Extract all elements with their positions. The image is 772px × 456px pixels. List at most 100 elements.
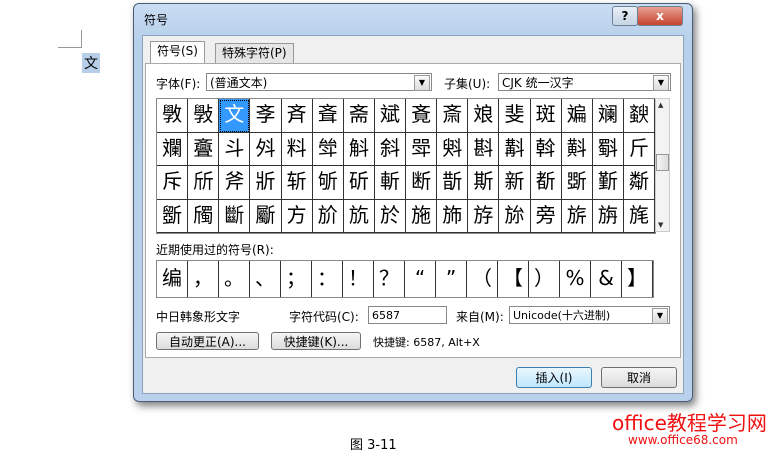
recent-symbol-cell[interactable]: 】 bbox=[622, 261, 653, 297]
symbol-cell[interactable]: 斠 bbox=[499, 132, 531, 166]
symbol-cell[interactable]: 斬 bbox=[374, 166, 406, 200]
recent-symbol-cell[interactable]: ！ bbox=[343, 261, 374, 297]
symbol-cell[interactable]: 斻 bbox=[343, 199, 375, 233]
symbol-cell[interactable]: 斆 bbox=[157, 99, 189, 133]
help-button[interactable]: ? bbox=[612, 6, 638, 26]
symbol-cell[interactable]: 斋 bbox=[343, 99, 375, 133]
recent-symbol-cell[interactable]: 【 bbox=[498, 261, 529, 297]
symbol-cell[interactable]: 斤 bbox=[623, 132, 655, 166]
symbol-cell[interactable]: 斮 bbox=[437, 166, 469, 200]
shortcut-key-button[interactable]: 快捷键(K)... bbox=[271, 332, 361, 350]
chevron-down-icon[interactable]: ▼ bbox=[653, 75, 669, 91]
tab-symbols[interactable]: 符号(S) bbox=[150, 41, 205, 63]
symbol-cell[interactable]: 斕 bbox=[157, 132, 189, 166]
symbol-cell[interactable]: 斔 bbox=[623, 99, 655, 133]
symbol-cell[interactable]: 旁 bbox=[530, 199, 562, 233]
scroll-thumb[interactable] bbox=[656, 154, 669, 171]
autocorrect-button[interactable]: 自动更正(A)... bbox=[156, 332, 259, 350]
recent-symbol-cell[interactable]: ” bbox=[436, 261, 467, 297]
grid-scrollbar[interactable]: ▲ ▼ bbox=[655, 98, 670, 232]
symbol-cell[interactable]: 斓 bbox=[592, 99, 624, 133]
symbol-cell[interactable]: 斴 bbox=[623, 166, 655, 200]
symbol-cell[interactable]: 斐 bbox=[499, 99, 531, 133]
symbol-cell[interactable]: 斝 bbox=[406, 132, 438, 166]
symbol-cell[interactable]: 斨 bbox=[250, 166, 282, 200]
symbol-cell[interactable]: 斚 bbox=[312, 132, 344, 166]
symbol-cell[interactable]: 斈 bbox=[250, 99, 282, 133]
from-select[interactable]: Unicode(十六进制) ▼ bbox=[509, 306, 670, 324]
symbol-cell[interactable]: 斣 bbox=[592, 132, 624, 166]
symbol-cell[interactable]: 斪 bbox=[312, 166, 344, 200]
cancel-button[interactable]: 取消 bbox=[601, 367, 677, 388]
symbol-cell[interactable]: 料 bbox=[281, 132, 313, 166]
symbol-cell[interactable]: 斅 bbox=[188, 99, 220, 133]
scroll-up-icon[interactable]: ▲ bbox=[658, 101, 663, 109]
scroll-down-icon[interactable]: ▼ bbox=[658, 221, 663, 229]
symbol-cell[interactable]: 新 bbox=[499, 166, 531, 200]
symbol-cell[interactable]: 斎 bbox=[437, 99, 469, 133]
symbol-cell[interactable]: 斩 bbox=[281, 166, 313, 200]
document-selected-text[interactable]: 文 bbox=[82, 53, 100, 73]
symbol-cell[interactable]: 斉 bbox=[281, 99, 313, 133]
symbol-cell[interactable]: 斡 bbox=[530, 132, 562, 166]
symbol-cell[interactable]: 斦 bbox=[188, 166, 220, 200]
recent-symbol-cell[interactable]: & bbox=[591, 261, 622, 297]
insert-button[interactable]: 插入(I) bbox=[516, 367, 592, 388]
close-button[interactable]: x bbox=[637, 6, 683, 26]
symbol-cell[interactable]: 斾 bbox=[437, 199, 469, 233]
font-select[interactable]: (普通文本) ▼ bbox=[206, 73, 432, 91]
recent-symbol-cell[interactable]: % bbox=[560, 261, 591, 297]
symbol-cell[interactable]: 於 bbox=[374, 199, 406, 233]
symbol-cell[interactable]: 斸 bbox=[250, 199, 282, 233]
symbol-cell[interactable]: 斟 bbox=[468, 132, 500, 166]
symbol-cell[interactable]: 斥 bbox=[157, 166, 189, 200]
symbol-cell[interactable]: 斍 bbox=[406, 99, 438, 133]
symbol-cell[interactable]: 斗 bbox=[219, 132, 251, 166]
recent-symbol-cell[interactable]: ， bbox=[188, 261, 219, 297]
symbol-cell[interactable]: 斿 bbox=[468, 199, 500, 233]
symbol-cell[interactable]: 斊 bbox=[312, 99, 344, 133]
chevron-down-icon[interactable]: ▼ bbox=[414, 75, 430, 91]
symbol-cell[interactable]: 文 bbox=[219, 99, 251, 133]
recent-symbol-cell[interactable]: ： bbox=[312, 261, 343, 297]
symbol-cell[interactable]: 斖 bbox=[188, 132, 220, 166]
recent-symbol-cell[interactable]: 编 bbox=[157, 261, 188, 297]
symbol-cell[interactable]: 斜 bbox=[374, 132, 406, 166]
symbol-cell[interactable]: 斌 bbox=[374, 99, 406, 133]
symbol-cell[interactable]: 斺 bbox=[312, 199, 344, 233]
symbol-cell[interactable]: 斏 bbox=[468, 99, 500, 133]
symbol-cell[interactable]: 斶 bbox=[188, 199, 220, 233]
symbol-cell[interactable]: 斳 bbox=[592, 166, 624, 200]
chevron-down-icon[interactable]: ▼ bbox=[652, 308, 668, 324]
symbol-cell[interactable]: 方 bbox=[281, 199, 313, 233]
symbol-cell[interactable]: 斒 bbox=[561, 99, 593, 133]
symbol-cell[interactable]: 施 bbox=[406, 199, 438, 233]
recent-symbol-cell[interactable]: ） bbox=[529, 261, 560, 297]
symbol-cell[interactable]: 旂 bbox=[561, 199, 593, 233]
symbol-cell[interactable]: 旄 bbox=[623, 199, 655, 233]
recent-symbol-cell[interactable]: ？ bbox=[374, 261, 405, 297]
symbol-cell[interactable]: 旀 bbox=[499, 199, 531, 233]
subset-select[interactable]: CJK 统一汉字 ▼ bbox=[498, 73, 671, 91]
symbol-cell[interactable]: 斛 bbox=[343, 132, 375, 166]
symbol-cell[interactable]: 斞 bbox=[437, 132, 469, 166]
symbol-cell[interactable]: 斷 bbox=[219, 199, 251, 233]
recent-symbol-cell[interactable]: 、 bbox=[250, 261, 281, 297]
symbol-cell[interactable]: 断 bbox=[406, 166, 438, 200]
tab-special-characters[interactable]: 特殊字符(P) bbox=[215, 43, 294, 63]
recent-symbol-cell[interactable]: 。 bbox=[219, 261, 250, 297]
symbol-cell[interactable]: 斱 bbox=[530, 166, 562, 200]
recent-symbol-cell[interactable]: ； bbox=[281, 261, 312, 297]
symbol-cell[interactable]: 旃 bbox=[592, 199, 624, 233]
recent-symbol-cell[interactable]: “ bbox=[405, 261, 436, 297]
symbol-cell[interactable]: 斧 bbox=[219, 166, 251, 200]
symbol-cell[interactable]: 斫 bbox=[343, 166, 375, 200]
symbol-cell[interactable]: 斵 bbox=[157, 199, 189, 233]
symbol-cell[interactable]: 斑 bbox=[530, 99, 562, 133]
recent-symbol-cell[interactable]: （ bbox=[467, 261, 498, 297]
symbol-cell[interactable]: 斘 bbox=[250, 132, 282, 166]
symbol-cell[interactable]: 斢 bbox=[561, 132, 593, 166]
symbol-cell[interactable]: 斲 bbox=[561, 166, 593, 200]
character-code-input[interactable]: 6587 bbox=[368, 306, 447, 324]
symbol-cell[interactable]: 斯 bbox=[468, 166, 500, 200]
